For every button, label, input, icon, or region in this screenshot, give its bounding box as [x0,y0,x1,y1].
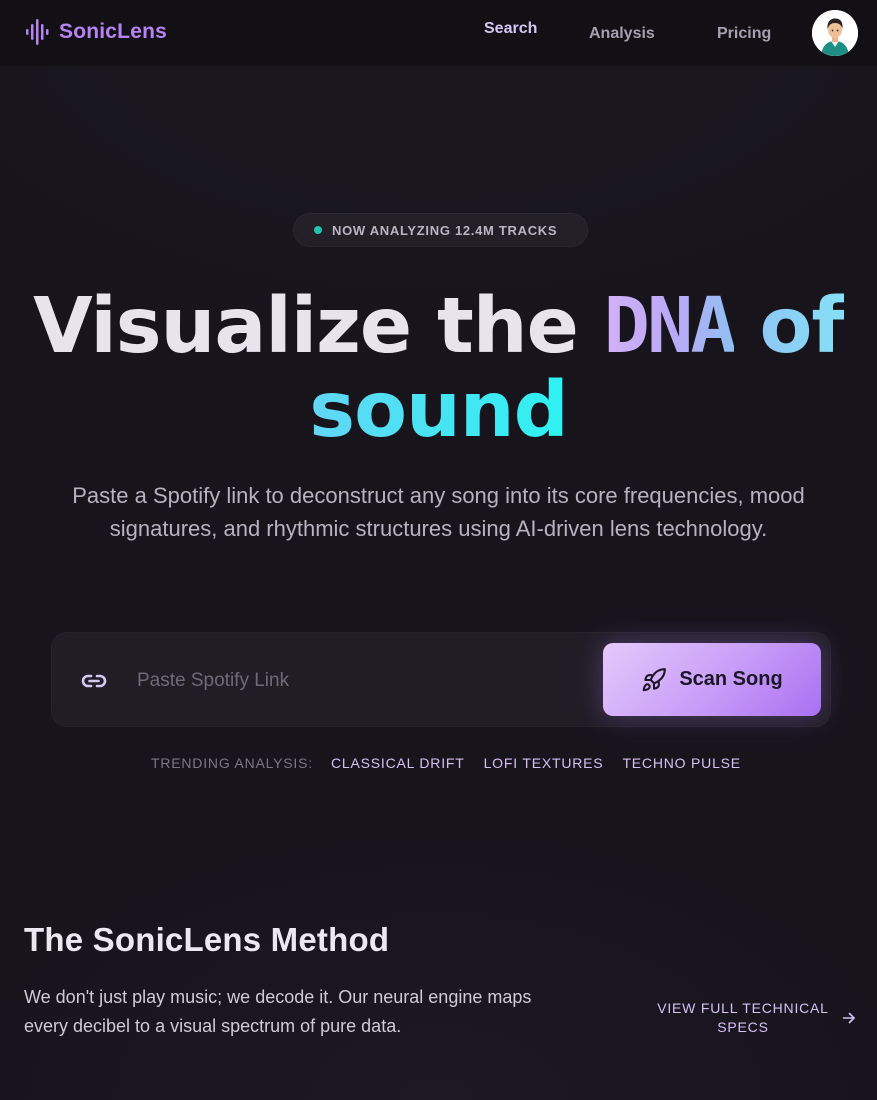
trending-analysis: TRENDING ANALYSIS: CLASSICAL DRIFT LOFI … [151,755,760,771]
view-specs-link[interactable]: VIEW FULL TECHNICAL SPECS [652,999,834,1037]
nav-link-search[interactable]: Search [484,20,537,38]
trending-label: TRENDING ANALYSIS: [151,755,313,771]
hero-subtitle: Paste a Spotify link to deconstruct any … [72,483,805,541]
headline-dna: DNA [603,282,737,371]
link-icon [81,669,107,698]
hero-headline-line1: Visualize the DNA of [0,283,877,371]
spotify-link-input[interactable] [135,663,589,699]
method-title: The SonicLens Method [24,921,390,958]
brand-name: SonicLens [59,20,167,43]
scan-song-button[interactable]: Scan Song [603,643,821,716]
headline-sound: sound [309,366,568,455]
nav-link-pricing[interactable]: Pricing [717,25,771,43]
logo[interactable]: SonicLens [26,19,167,45]
user-avatar-icon [812,10,858,56]
nav-link-analysis[interactable]: Analysis [589,25,655,43]
top-nav: SonicLens Search Analysis Pricing [0,0,877,66]
trending-item-lofi-textures[interactable]: LOFI TEXTURES [484,755,604,771]
headline-visualize: Visualize the [33,282,579,371]
rocket-icon [642,667,667,691]
search-bar: Scan Song [51,632,831,727]
status-dot-icon [314,226,322,234]
method-description: We don't just play music; we decode it. … [24,987,532,1036]
hero-headline-line2: sound [0,367,877,455]
arrow-right-icon[interactable] [842,1011,856,1030]
waveform-icon [26,19,49,45]
trending-item-classical-drift[interactable]: CLASSICAL DRIFT [331,755,465,771]
status-badge: NOW ANALYZING 12.4M TRACKS [293,213,588,247]
status-badge-text: NOW ANALYZING 12.4M TRACKS [332,222,558,238]
headline-of: of [759,282,845,371]
avatar[interactable] [812,10,858,56]
trending-item-techno-pulse[interactable]: TECHNO PULSE [622,755,741,771]
scan-song-label: Scan Song [679,668,783,690]
